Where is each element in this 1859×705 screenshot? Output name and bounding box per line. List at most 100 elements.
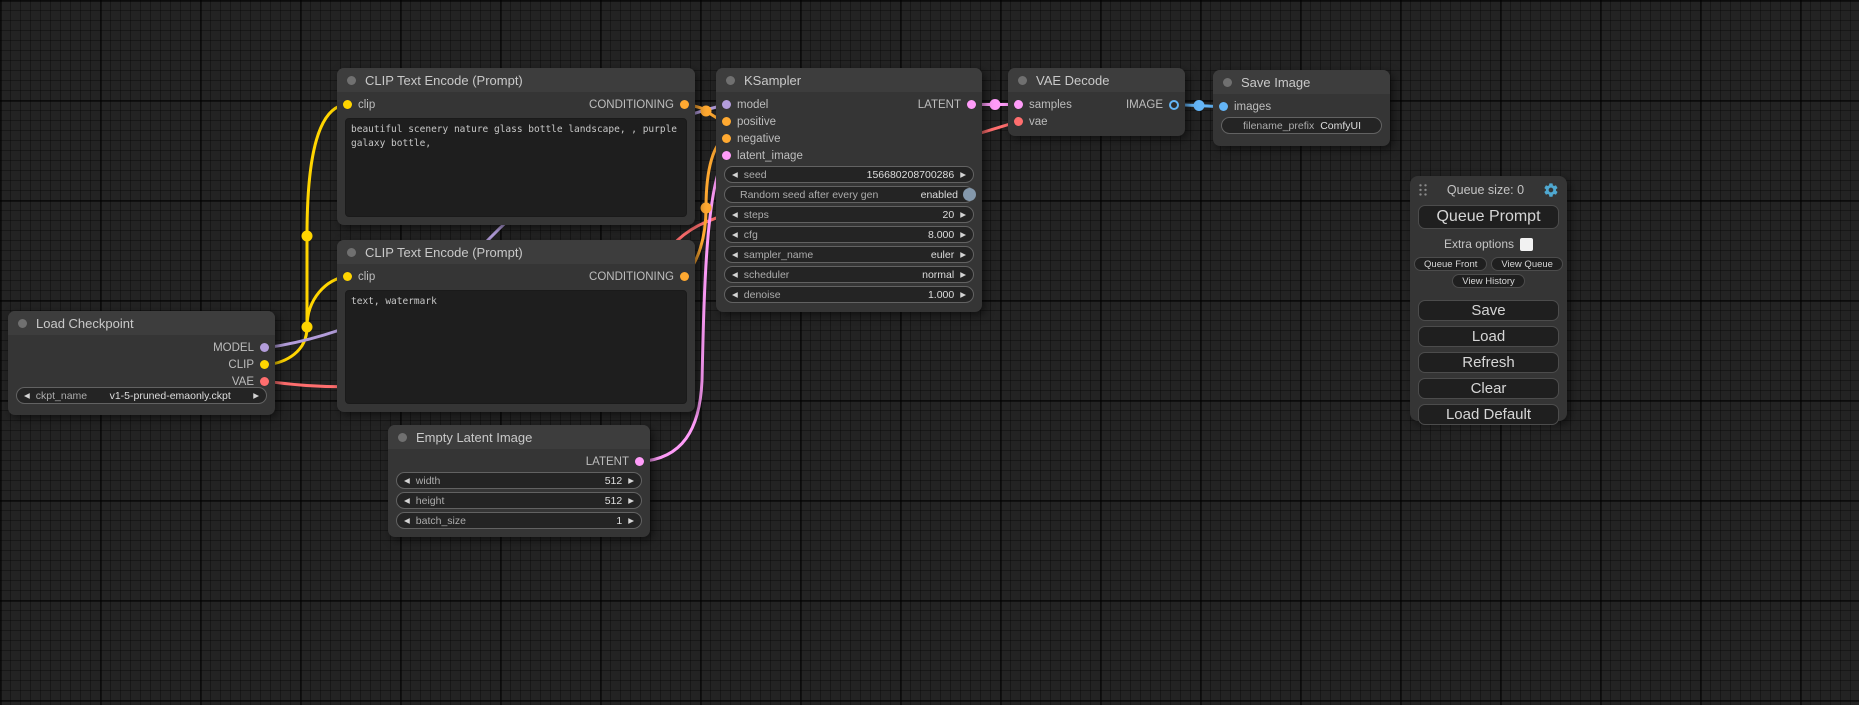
reroute-dot-clip[interactable] [302,322,313,333]
save-button[interactable]: Save [1418,300,1559,321]
widget-denoise[interactable]: ◀ denoise 1.000 ▶ [724,286,974,303]
slot-clip-input[interactable]: clip [343,271,375,283]
slot-samples-input[interactable]: samples [1014,99,1072,111]
arrow-left-icon[interactable]: ◀ [732,171,738,179]
slot-model-input[interactable]: model [722,99,768,111]
collapse-dot-icon[interactable] [1018,76,1027,85]
settings-gear-icon[interactable] [1543,182,1559,198]
node-title-bar[interactable]: CLIP Text Encode (Prompt) [337,240,695,264]
widget-seed[interactable]: ◀ seed 156680208700286 ▶ [724,166,974,183]
clear-button[interactable]: Clear [1418,378,1559,399]
collapse-dot-icon[interactable] [1223,78,1232,87]
widget-filename-prefix[interactable]: filename_prefix ComfyUI [1221,117,1382,134]
slot-images-input[interactable]: images [1219,101,1271,113]
reroute-dot-image[interactable] [1194,100,1205,111]
arrow-left-icon[interactable]: ◀ [732,291,738,299]
slot-vae-output[interactable]: VAE [232,376,269,388]
slot-model-output[interactable]: MODEL [213,342,269,354]
toggle-icon[interactable] [963,188,976,201]
node-title-bar[interactable]: VAE Decode [1008,68,1185,92]
conditioning-slot-icon[interactable] [680,272,689,281]
load-default-button[interactable]: Load Default [1418,404,1559,425]
widget-batch-size[interactable]: ◀ batch_size 1 ▶ [396,512,642,529]
node-title-bar[interactable]: CLIP Text Encode (Prompt) [337,68,695,92]
arrow-right-icon[interactable]: ▶ [628,517,634,525]
slot-vae-input[interactable]: vae [1014,116,1048,128]
arrow-right-icon[interactable]: ▶ [960,211,966,219]
node-save-image[interactable]: Save Image images filename_prefix ComfyU… [1213,70,1390,146]
arrow-right-icon[interactable]: ▶ [960,271,966,279]
conditioning-slot-icon[interactable] [680,100,689,109]
load-button[interactable]: Load [1418,326,1559,347]
widget-scheduler[interactable]: ◀ scheduler normal ▶ [724,266,974,283]
arrow-right-icon[interactable]: ▶ [960,231,966,239]
arrow-left-icon[interactable]: ◀ [732,231,738,239]
arrow-left-icon[interactable]: ◀ [404,477,410,485]
arrow-right-icon[interactable]: ▶ [960,251,966,259]
conditioning-slot-icon[interactable] [722,117,731,126]
vae-slot-icon[interactable] [260,377,269,386]
latent-slot-icon[interactable] [635,457,644,466]
queue-front-button[interactable]: Queue Front [1414,257,1487,271]
node-empty-latent-image[interactable]: Empty Latent Image LATENT ◀ width 512 ▶ … [388,425,650,537]
reroute-dot-latent[interactable] [990,99,1001,110]
reroute-dot-conditioning[interactable] [701,203,712,214]
slot-conditioning-output[interactable]: CONDITIONING [589,99,689,111]
queue-prompt-button[interactable]: Queue Prompt [1418,205,1559,229]
arrow-left-icon[interactable]: ◀ [732,251,738,259]
arrow-right-icon[interactable]: ▶ [960,291,966,299]
slot-latent-output[interactable]: LATENT [918,99,976,111]
arrow-left-icon[interactable]: ◀ [404,497,410,505]
view-queue-button[interactable]: View Queue [1491,257,1563,271]
positive-prompt-textarea[interactable]: beautiful scenery nature glass bottle la… [345,118,687,217]
model-slot-icon[interactable] [722,100,731,109]
slot-clip-input[interactable]: clip [343,99,375,111]
node-vae-decode[interactable]: VAE Decode samples IMAGE vae [1008,68,1185,136]
reroute-dot-clip[interactable] [302,231,313,242]
arrow-left-icon[interactable]: ◀ [732,271,738,279]
image-slot-icon[interactable] [1169,100,1179,110]
latent-slot-icon[interactable] [722,151,731,160]
widget-ckpt-name[interactable]: ◀ ckpt_name v1-5-pruned-emaonly.ckpt ▶ [16,387,267,404]
node-ksampler[interactable]: KSampler model LATENT positive negative … [716,68,982,312]
arrow-left-icon[interactable]: ◀ [404,517,410,525]
conditioning-slot-icon[interactable] [722,134,731,143]
slot-clip-output[interactable]: CLIP [228,359,269,371]
clip-slot-icon[interactable] [343,100,352,109]
arrow-left-icon[interactable]: ◀ [24,392,30,400]
arrow-right-icon[interactable]: ▶ [960,171,966,179]
widget-random-seed-toggle[interactable]: Random seed after every gen enabled [724,186,974,203]
arrow-right-icon[interactable]: ▶ [628,477,634,485]
image-slot-icon[interactable] [1219,102,1228,111]
reroute-dot-conditioning[interactable] [701,106,712,117]
widget-width[interactable]: ◀ width 512 ▶ [396,472,642,489]
node-clip-text-encode-positive[interactable]: CLIP Text Encode (Prompt) clip CONDITION… [337,68,695,225]
slot-latent-image-input[interactable]: latent_image [722,150,803,162]
latent-slot-icon[interactable] [967,100,976,109]
widget-cfg[interactable]: ◀ cfg 8.000 ▶ [724,226,974,243]
collapse-dot-icon[interactable] [18,319,27,328]
drag-handle-icon[interactable] [1418,183,1428,197]
collapse-dot-icon[interactable] [726,76,735,85]
slot-positive-input[interactable]: positive [722,116,776,128]
slot-conditioning-output[interactable]: CONDITIONING [589,271,689,283]
slot-image-output[interactable]: IMAGE [1126,99,1179,111]
node-title-bar[interactable]: Empty Latent Image [388,425,650,449]
view-history-button[interactable]: View History [1452,274,1525,288]
arrow-right-icon[interactable]: ▶ [253,392,259,400]
arrow-right-icon[interactable]: ▶ [628,497,634,505]
model-slot-icon[interactable] [260,343,269,352]
refresh-button[interactable]: Refresh [1418,352,1559,373]
node-clip-text-encode-negative[interactable]: CLIP Text Encode (Prompt) clip CONDITION… [337,240,695,412]
node-title-bar[interactable]: KSampler [716,68,982,92]
vae-slot-icon[interactable] [1014,117,1023,126]
node-title-bar[interactable]: Save Image [1213,70,1390,94]
extra-options-checkbox[interactable] [1520,238,1533,251]
negative-prompt-textarea[interactable]: text, watermark [345,290,687,404]
widget-height[interactable]: ◀ height 512 ▶ [396,492,642,509]
clip-slot-icon[interactable] [343,272,352,281]
collapse-dot-icon[interactable] [347,76,356,85]
arrow-left-icon[interactable]: ◀ [732,211,738,219]
clip-slot-icon[interactable] [260,360,269,369]
node-load-checkpoint[interactable]: Load Checkpoint MODEL CLIP VAE ◀ ckpt_na… [8,311,275,415]
